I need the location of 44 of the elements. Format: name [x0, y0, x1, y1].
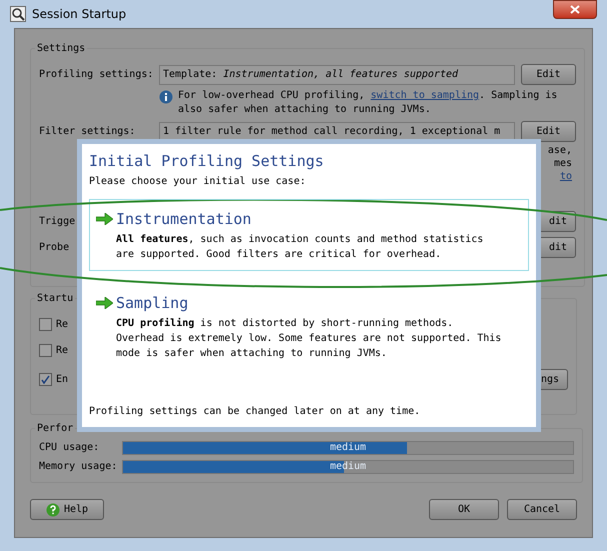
checkbox[interactable]	[39, 344, 52, 357]
help-text: mes	[554, 157, 572, 170]
checkbox[interactable]	[39, 373, 52, 386]
question-icon	[46, 502, 60, 516]
checkbox-label: Re	[56, 344, 68, 358]
meter-label: Memory usage:	[39, 460, 118, 474]
group-title: Perfor	[36, 422, 74, 436]
field-label: Profiling settings:	[39, 68, 154, 82]
option-description: CPU profiling is not distorted by short-running methods. Overhead is extremely low. Some features are not supported. This mode is safer when attaching to running JVMs.	[116, 316, 502, 361]
field-label: Filter settings:	[39, 125, 136, 139]
option-title: Sampling	[116, 294, 188, 312]
field-label: Probe	[39, 241, 70, 255]
group-title: Startu	[36, 292, 74, 306]
checkbox[interactable]	[39, 318, 52, 331]
info-icon	[159, 90, 173, 104]
profiling-field[interactable]: Template: Instrumentation, all features supported	[159, 64, 515, 84]
use-case-option[interactable]: Instrumentation All features, such as invocation counts and method statistics are supported. Good filters are critical for overhead.	[89, 199, 529, 271]
arrow-right-icon	[96, 213, 113, 225]
window-title: Session Startup	[32, 6, 126, 23]
option-title: Instrumentation	[116, 210, 252, 228]
popup-prompt: Please choose your initial use case:	[89, 175, 307, 189]
close-button[interactable]	[553, 0, 597, 19]
help-text: ase,	[548, 144, 572, 157]
popup-footer: Profiling settings can be changed later on at any time.	[89, 404, 529, 419]
meter-label: CPU usage:	[39, 441, 100, 455]
option-description: All features, such as invocation counts and method statistics are supported. Good filters are critical for overhead.	[116, 233, 484, 262]
edit-button[interactable]: Edit	[521, 121, 576, 142]
arrow-right-icon	[96, 297, 113, 309]
cancel-button[interactable]: Cancel	[507, 499, 577, 520]
meter-reading: medium	[328, 442, 368, 454]
use-case-option[interactable]: Sampling CPU profiling is not distorted by short-running methods. Overhead is extremely low. Some features are not supported. This mode is safer when attaching to running JVMs.	[89, 283, 529, 370]
magnifier-icon	[10, 6, 26, 22]
group-title: Settings	[36, 42, 86, 56]
check-icon	[41, 375, 50, 384]
checkbox-label: Re	[56, 318, 68, 332]
field-label: Trigge	[39, 215, 76, 229]
popup-title: Initial Profiling Settings	[89, 151, 325, 172]
help-button[interactable]: Help	[30, 499, 104, 520]
edit-button[interactable]: Edit	[521, 64, 576, 85]
info-text: For low-overhead CPU profiling, switch to sampling. Sampling is also safer when attaching to running JVMs.	[178, 89, 558, 117]
ok-button[interactable]: OK	[429, 499, 499, 520]
filter-field[interactable]: 1 filter rule for method call recording, 1 exceptional m	[159, 122, 515, 142]
close-icon	[570, 5, 580, 14]
checkbox-label: En	[56, 373, 68, 387]
